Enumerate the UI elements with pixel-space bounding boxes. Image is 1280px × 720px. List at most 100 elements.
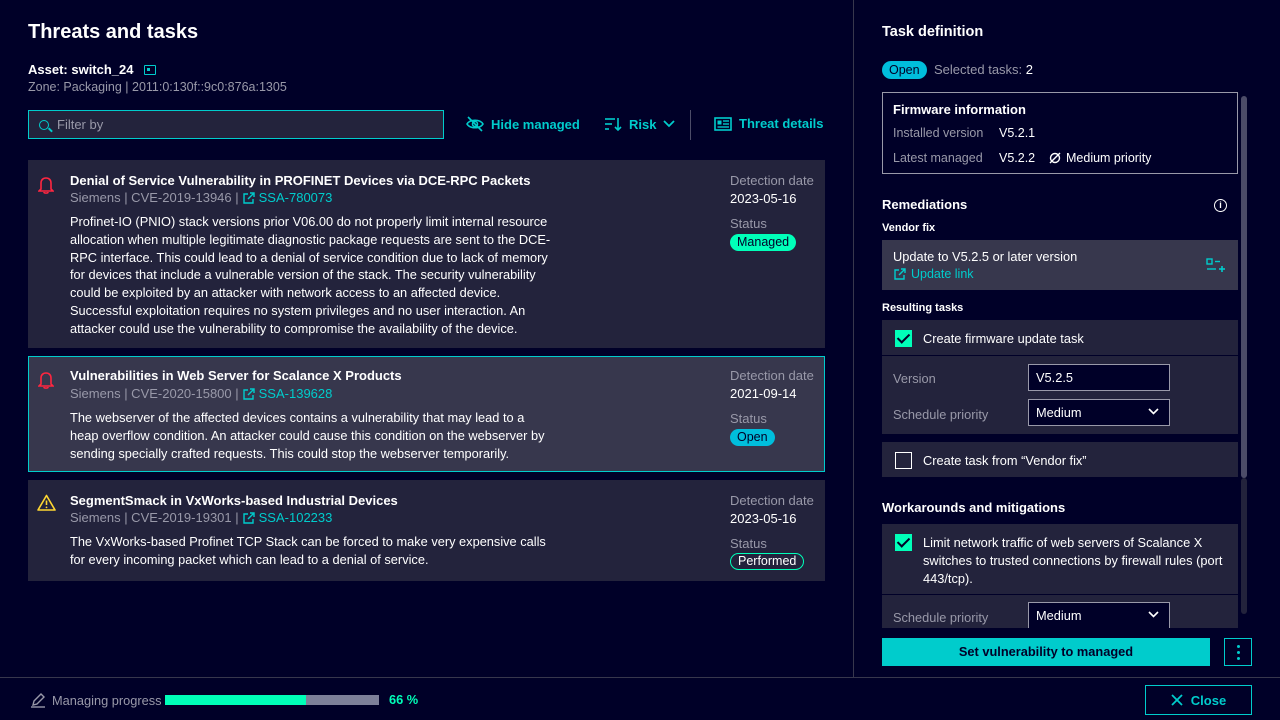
workarounds-heading: Workarounds and mitigations	[882, 500, 1066, 515]
progress-bar	[165, 695, 379, 705]
latest-managed-value: V5.2.2	[999, 151, 1036, 165]
threat-description: The VxWorks-based Profinet TCP Stack can…	[70, 534, 546, 567]
threat-title: SegmentSmack in VxWorks-based Industrial…	[70, 493, 398, 508]
close-label: Close	[1190, 692, 1227, 708]
kebab-dot	[1236, 656, 1240, 660]
page-title: Threats and tasks	[28, 21, 199, 43]
task-title: Task definition	[882, 24, 984, 40]
ssa-link[interactable]: SSA-780073	[242, 190, 333, 205]
installed-version-label: Installed version	[893, 126, 984, 140]
asset-card-icon[interactable]	[143, 64, 156, 75]
threats-pane: Threats and tasks Asset: switch_24 Zone:…	[0, 0, 853, 677]
selected-tasks: Selected tasks: 2	[934, 62, 1033, 77]
threat-meta: Siemens | CVE-2019-19301 | SSA-102233	[70, 510, 332, 525]
workaround-text: Limit network traffic of web servers of …	[923, 535, 1223, 586]
version-input[interactable]: V5.2.5	[1028, 364, 1170, 391]
threat-description: Profinet-IO (PNIO) stack versions prior …	[70, 214, 551, 336]
workaround-schedule-label: Schedule priority	[893, 610, 989, 625]
chevron-down-icon	[1148, 611, 1159, 618]
priority: Medium priority	[1049, 151, 1151, 165]
threat-card[interactable]: SegmentSmack in VxWorks-based Industrial…	[28, 480, 825, 581]
progress-value: 66 %	[389, 692, 419, 707]
workaround-schedule-select[interactable]: Medium	[1028, 602, 1170, 628]
filter-field[interactable]	[28, 110, 444, 139]
update-link[interactable]: Update link	[894, 267, 974, 281]
external-link-icon	[242, 387, 255, 400]
version-label: Version	[893, 371, 936, 386]
status-badge: Performed	[730, 553, 805, 570]
status-label: Status	[730, 536, 767, 551]
create-vendor-task-checkbox[interactable]	[895, 452, 912, 469]
vendor-fix-text: Update to V5.2.5 or later version	[893, 249, 1078, 264]
schedule-priority-select[interactable]: Medium	[1028, 399, 1170, 426]
more-options-button[interactable]	[1224, 638, 1252, 666]
workaround-box: Limit network traffic of web servers of …	[882, 524, 1238, 628]
ssa-link[interactable]: SSA-102233	[242, 510, 332, 525]
details-icon	[714, 116, 732, 131]
filter-input[interactable]	[57, 117, 417, 132]
hide-managed-label: Hide managed	[491, 116, 580, 132]
latest-managed-label: Latest managed	[893, 151, 983, 165]
ssa-link-label: SSA-139628	[258, 386, 333, 401]
kebab-dot	[1236, 650, 1240, 654]
detection-date: 2023-05-16	[730, 191, 797, 206]
schedule-priority-value: Medium	[1036, 405, 1082, 420]
workaround-schedule-value: Medium	[1036, 608, 1082, 623]
chevron-down-icon	[1148, 408, 1159, 415]
workaround-checkbox[interactable]	[895, 534, 912, 551]
status-badge: Open	[730, 429, 775, 446]
scrollbar-thumb[interactable]	[1241, 96, 1247, 478]
managing-progress: Managing progress	[30, 692, 162, 708]
create-vendor-task-label: Create task from “Vendor fix”	[923, 453, 1087, 468]
risk-sort-button[interactable]: Risk	[604, 116, 676, 132]
zone-label: Zone: Packaging | 2011:0:130f::9c0:876a:…	[28, 80, 287, 94]
hide-managed-button[interactable]: Hide managed	[466, 116, 580, 132]
status-label: Status	[730, 216, 767, 231]
chevron-down-icon	[663, 120, 676, 128]
external-link-icon	[894, 268, 906, 280]
create-firmware-task-checkbox[interactable]	[895, 330, 912, 347]
threat-details-button[interactable]: Threat details	[714, 116, 824, 131]
task-definition-pane: Task definition Open Selected tasks: 2 F…	[853, 0, 1280, 677]
status-label: Status	[730, 411, 767, 426]
threat-card[interactable]: Denial of Service Vulnerability in PROFI…	[28, 160, 825, 348]
remediations-heading: Remediations	[882, 197, 968, 212]
ssa-link-label: SSA-780073	[258, 190, 333, 205]
threat-description: The webserver of the affected devices co…	[70, 410, 545, 461]
close-button[interactable]: Close	[1145, 685, 1252, 715]
detection-date-label: Detection date	[730, 493, 814, 508]
ssa-link[interactable]: SSA-139628	[242, 386, 333, 401]
threat-vendor-cve: Siemens | CVE-2019-13946 |	[70, 190, 239, 205]
divider	[882, 594, 1238, 595]
detection-date-label: Detection date	[730, 368, 814, 383]
info-icon[interactable]: i	[1214, 199, 1227, 212]
asset-label: Asset: switch_24	[28, 62, 156, 77]
close-icon	[1171, 694, 1183, 706]
firmware-info-box: Firmware information Installed version V…	[882, 92, 1238, 174]
divider	[882, 355, 1238, 356]
warning-icon	[37, 494, 56, 511]
edit-pen-icon	[31, 693, 45, 708]
threat-title: Vulnerabilities in Web Server for Scalan…	[70, 368, 402, 383]
scrollbar-track[interactable]	[1241, 478, 1247, 614]
task-status-badge: Open	[882, 61, 927, 79]
detection-date: 2023-05-16	[730, 511, 797, 526]
vendor-fix-label: Vendor fix	[882, 222, 936, 234]
threat-card-selected[interactable]: Vulnerabilities in Web Server for Scalan…	[28, 356, 825, 472]
add-task-icon[interactable]	[1206, 258, 1226, 274]
search-icon	[39, 119, 49, 130]
detection-date-label: Detection date	[730, 173, 814, 188]
set-managed-button[interactable]: Set vulnerability to managed	[882, 638, 1210, 666]
progress-bar-fill	[165, 695, 307, 705]
installed-version-value: V5.2.1	[999, 126, 1036, 140]
toolbar-divider	[690, 110, 691, 140]
priority-label: Medium priority	[1066, 151, 1152, 165]
threat-vendor-cve: Siemens | CVE-2019-19301 |	[70, 510, 239, 525]
bell-icon	[38, 372, 54, 389]
eye-hidden-icon	[466, 116, 484, 132]
firmware-heading: Firmware information	[893, 102, 1026, 117]
threat-vendor-cve: Siemens | CVE-2020-15800 |	[70, 386, 239, 401]
kebab-dot	[1236, 644, 1240, 648]
firmware-task-box: Create firmware update task Version V5.2…	[882, 320, 1238, 434]
external-link-icon	[242, 191, 255, 204]
